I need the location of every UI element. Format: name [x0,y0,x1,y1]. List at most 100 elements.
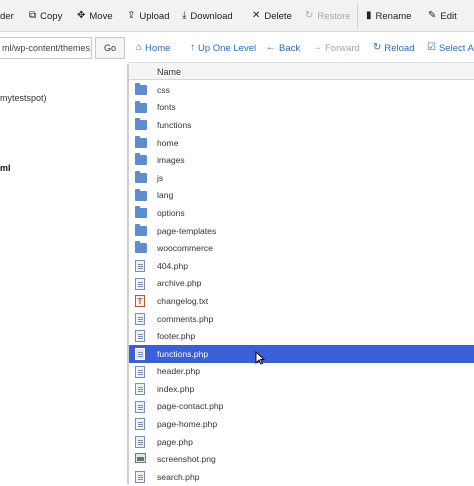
file-row[interactable]: home [129,134,474,152]
folder-icon [135,188,147,201]
restore-button[interactable]: ↻ Restore [305,0,351,32]
file-row[interactable]: page-contact.php [129,398,474,416]
file-row[interactable]: woocommerce [129,239,474,257]
rename-label: Rename [375,10,412,22]
name-column-header[interactable]: Name [157,63,181,80]
file-row[interactable]: Tchangelog.txt [129,292,474,310]
file-row[interactable]: footer.php [129,327,474,345]
image-file-shape [135,453,146,464]
file-row[interactable]: fonts [129,99,474,117]
download-button[interactable]: ⤓ Download [182,0,233,32]
php-file-icon [135,277,147,290]
tree-item-current[interactable]: ml [0,163,11,173]
file-name: search.php [157,471,200,482]
folder-icon [135,223,147,236]
file-name: footer.php [157,331,196,342]
php-file-icon [135,418,147,431]
folder-icon [135,118,147,131]
home-label: Home [145,42,171,54]
file-row[interactable]: page.php [129,433,474,451]
upload-button[interactable]: ⇪ Upload [127,0,170,32]
path-bar: ml/wp-content/themes Go [0,33,128,63]
edit-label: Edit [440,10,457,22]
file-row[interactable]: page-home.php [129,415,474,433]
directory-tree: mytestspot) ml [0,64,127,484]
file-name: page-templates [157,225,217,236]
file-row[interactable]: functions.php [129,344,474,363]
file-list-header: Name [129,63,474,80]
folder-shape [135,241,147,254]
file-name: page-home.php [157,419,218,430]
file-name: lang [157,190,174,201]
file-name: functions.php [157,348,209,359]
rename-button[interactable]: ▮ Rename [366,0,411,32]
file-row[interactable]: functions [129,116,474,134]
file-name: page.php [157,436,193,447]
select-all-button[interactable]: ☑ Select Al [427,33,474,63]
go-label: Go [103,43,116,53]
file-row[interactable]: screenshot.png [129,450,474,468]
file-row[interactable]: css [129,81,474,99]
file-row[interactable]: page-templates [129,222,474,240]
forward-button[interactable]: → Forward [312,33,360,63]
file-rows: css fonts functions home images js lang options… [129,81,474,486]
file-row[interactable]: js [129,169,474,187]
home-button[interactable]: ⌂ Home [136,33,170,63]
php-file-icon [135,365,147,378]
reload-button[interactable]: ↻ Reload [373,33,415,63]
restore-icon: ↻ [305,10,314,21]
up-one-level-button[interactable]: ↑ Up One Level [190,33,256,63]
php-file-shape [135,330,145,343]
move-label: Move [89,10,113,22]
mouse-cursor-icon [255,351,265,365]
php-file-shape [135,347,145,360]
folder-icon [135,100,147,113]
file-row[interactable]: lang [129,187,474,205]
file-row[interactable]: archive.php [129,275,474,293]
delete-button[interactable]: ✕ Delete [252,0,292,32]
folder-shape [135,153,147,166]
delete-icon: ✕ [252,10,261,21]
navigation-bar: ⌂ Home ↑ Up One Level ← Back → Forward ↻… [128,33,474,63]
up-one-level-label: Up One Level [198,42,257,54]
php-file-shape [135,365,145,378]
php-file-icon [135,383,147,396]
file-row[interactable]: options [129,204,474,222]
file-row[interactable]: index.php [129,380,474,398]
path-input[interactable]: ml/wp-content/themes [0,37,92,59]
move-button[interactable]: ✥ Move [77,0,113,32]
toolbar: der ⧉ Copy ✥ Move ⇪ Upload ⤓ Download ✕ … [0,0,474,32]
file-name: options [157,207,185,218]
file-row[interactable]: 404.php [129,257,474,275]
go-button[interactable]: Go [95,37,125,59]
forward-label: Forward [325,42,360,54]
file-row[interactable]: comments.php [129,310,474,328]
file-row[interactable]: header.php [129,363,474,381]
download-icon: ⤓ [182,10,187,21]
php-file-icon [135,330,147,343]
arrow-up-icon: ↑ [190,42,195,53]
edit-button[interactable]: ✎ Edit [428,0,457,32]
new-folder-button[interactable]: der [0,0,14,32]
file-row[interactable]: images [129,151,474,169]
folder-shape [135,223,147,236]
folder-icon [135,153,147,166]
folder-shape [135,100,147,113]
php-file-icon [135,347,147,360]
file-row[interactable]: search.php [129,468,474,486]
copy-button[interactable]: ⧉ Copy [29,0,62,32]
tree-item[interactable]: mytestspot) [0,93,47,103]
file-name: 404.php [157,260,189,271]
file-name: index.php [157,383,195,394]
copy-icon: ⧉ [29,10,37,21]
toolbar-divider [357,4,358,28]
php-file-icon [135,435,147,448]
upload-label: Upload [139,10,170,22]
folder-shape [135,206,147,219]
folder-shape [135,83,147,95]
reload-icon: ↻ [373,42,382,53]
back-button[interactable]: ← Back [266,33,300,63]
file-name: woocommerce [157,243,213,254]
folder-icon [135,241,147,254]
copy-label: Copy [40,10,63,22]
